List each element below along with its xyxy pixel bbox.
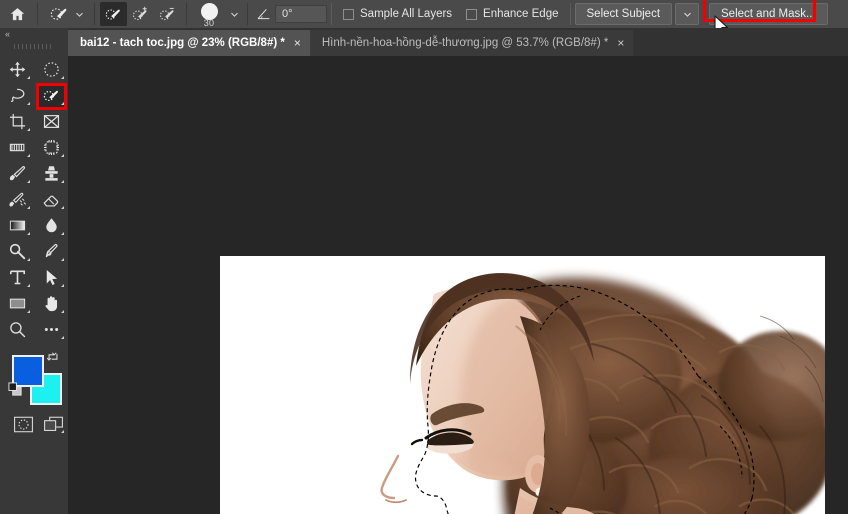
tools-grid bbox=[0, 53, 68, 342]
frame-tool[interactable] bbox=[34, 108, 68, 134]
enhance-edge-label: Enhance Edge bbox=[483, 8, 559, 20]
brush-angle-control: 0° bbox=[253, 3, 327, 25]
home-icon[interactable] bbox=[2, 1, 32, 27]
selection-mode-group bbox=[100, 2, 181, 26]
quick-selection-tool-icon bbox=[43, 90, 58, 101]
pen-tool[interactable] bbox=[34, 238, 68, 264]
clone-stamp-tool[interactable] bbox=[34, 160, 68, 186]
zoom-magnifier-icon bbox=[9, 321, 25, 337]
path-selection-tool[interactable] bbox=[34, 264, 68, 290]
quick-mask-icon bbox=[13, 416, 33, 432]
close-icon[interactable]: × bbox=[294, 37, 301, 49]
divider bbox=[186, 3, 187, 25]
dodge-tool-icon bbox=[9, 243, 25, 259]
crop-tool[interactable] bbox=[0, 108, 34, 134]
add-to-selection-button[interactable] bbox=[127, 2, 154, 26]
move-tool[interactable] bbox=[0, 56, 34, 82]
canvas-gutter bbox=[68, 56, 220, 514]
chevron-down-icon[interactable] bbox=[226, 3, 242, 25]
checkbox-box[interactable] bbox=[466, 8, 478, 20]
rectangle-tool[interactable] bbox=[0, 290, 34, 316]
document-tab-bar: bai12 - tach toc.jpg @ 23% (RGB/8#) * × … bbox=[68, 28, 848, 56]
spot-healing-brush-icon bbox=[43, 139, 59, 155]
brush-size-value: 30 bbox=[203, 18, 215, 28]
pen-tool-icon bbox=[45, 243, 58, 257]
eraser-tool-icon bbox=[43, 195, 58, 207]
tool-preset-picker[interactable] bbox=[43, 2, 89, 26]
drag-grip-icon[interactable] bbox=[0, 40, 68, 53]
type-tool-icon bbox=[9, 270, 25, 284]
document-tab-hinh-nen[interactable]: Hình-nền-hoa-hồng-dễ-thương.jpg @ 53.7% … bbox=[309, 30, 634, 56]
history-brush-tool[interactable] bbox=[0, 186, 34, 212]
chevron-down-icon[interactable] bbox=[71, 3, 87, 25]
spot-healing-brush-tool[interactable] bbox=[34, 134, 68, 160]
brush-tool-icon bbox=[9, 165, 25, 180]
select-subject-dropdown[interactable] bbox=[675, 3, 700, 25]
hand-tool[interactable] bbox=[34, 290, 68, 316]
clone-stamp-icon bbox=[44, 165, 58, 181]
blur-tool-icon bbox=[45, 217, 57, 232]
default-colors-icon[interactable] bbox=[8, 382, 23, 397]
elliptical-marquee-tool[interactable] bbox=[34, 56, 68, 82]
eyedropper-tool[interactable] bbox=[0, 134, 34, 160]
document-tab-bai12[interactable]: bai12 - tach toc.jpg @ 23% (RGB/8#) * × bbox=[68, 30, 310, 56]
divider bbox=[37, 3, 38, 25]
double-chevron-left-icon[interactable]: « bbox=[5, 29, 10, 39]
edit-toolbar-button[interactable] bbox=[34, 316, 68, 342]
eyedropper-tool-icon bbox=[9, 143, 24, 151]
hand-tool-icon bbox=[44, 295, 57, 311]
select-subject-button[interactable]: Select Subject bbox=[574, 3, 673, 25]
document-canvas[interactable] bbox=[220, 256, 825, 514]
close-icon[interactable]: × bbox=[617, 37, 624, 49]
frame-tool-icon bbox=[43, 114, 59, 128]
gradient-tool[interactable] bbox=[0, 212, 34, 238]
quick-selection-tool[interactable] bbox=[34, 82, 68, 110]
angle-input[interactable]: 0° bbox=[275, 5, 327, 23]
divider bbox=[569, 3, 571, 25]
tab-title: bai12 - tach toc.jpg @ 23% (RGB/8#) * bbox=[80, 37, 285, 49]
divider bbox=[94, 3, 95, 25]
brush-tool[interactable] bbox=[0, 160, 34, 186]
zoom-tool[interactable] bbox=[0, 316, 34, 342]
new-selection-button[interactable] bbox=[100, 2, 127, 26]
ellipsis-icon bbox=[44, 327, 58, 331]
tools-panel-collapse[interactable]: « bbox=[0, 28, 68, 40]
quick-selection-tool-icon bbox=[47, 3, 71, 25]
quick-mask-toggle[interactable] bbox=[8, 412, 38, 436]
path-selection-arrow-icon bbox=[46, 269, 57, 285]
sample-all-layers-checkbox[interactable]: Sample All Layers bbox=[343, 8, 452, 20]
blur-tool[interactable] bbox=[34, 212, 68, 238]
angle-icon bbox=[253, 3, 275, 25]
eraser-tool[interactable] bbox=[34, 186, 68, 212]
divider bbox=[247, 3, 248, 25]
move-tool-icon bbox=[9, 61, 25, 77]
rectangle-shape-icon bbox=[9, 298, 25, 308]
screen-mode-toggle[interactable] bbox=[38, 412, 68, 436]
type-tool[interactable] bbox=[0, 264, 34, 290]
photoshop-window: 30 0° Sample All Layers Enhance Edge Sel… bbox=[0, 0, 848, 514]
enhance-edge-checkbox[interactable]: Enhance Edge bbox=[466, 8, 559, 20]
swap-colors-icon[interactable] bbox=[46, 350, 60, 364]
color-swatches bbox=[0, 348, 68, 410]
portrait-photo bbox=[220, 256, 825, 514]
divider bbox=[331, 3, 332, 25]
toolbar-bottom-row bbox=[0, 412, 68, 436]
tab-title: Hình-nền-hoa-hồng-dễ-thương.jpg @ 53.7% … bbox=[321, 37, 609, 49]
lasso-tool[interactable] bbox=[0, 82, 34, 108]
gradient-tool-icon bbox=[9, 220, 25, 230]
dodge-tool[interactable] bbox=[0, 238, 34, 264]
sample-all-layers-label: Sample All Layers bbox=[360, 8, 453, 20]
crop-tool-icon bbox=[9, 113, 25, 129]
tools-panel: « bbox=[0, 28, 68, 514]
brush-size-picker[interactable]: 30 bbox=[192, 1, 242, 28]
brush-size-preview-icon: 30 bbox=[192, 1, 226, 28]
history-brush-icon bbox=[8, 192, 26, 207]
canvas-workspace[interactable] bbox=[68, 56, 848, 514]
subtract-from-selection-button[interactable] bbox=[154, 2, 181, 26]
checkbox-box[interactable] bbox=[343, 8, 354, 20]
lasso-tool-icon bbox=[10, 88, 24, 102]
elliptical-marquee-icon bbox=[43, 61, 59, 77]
